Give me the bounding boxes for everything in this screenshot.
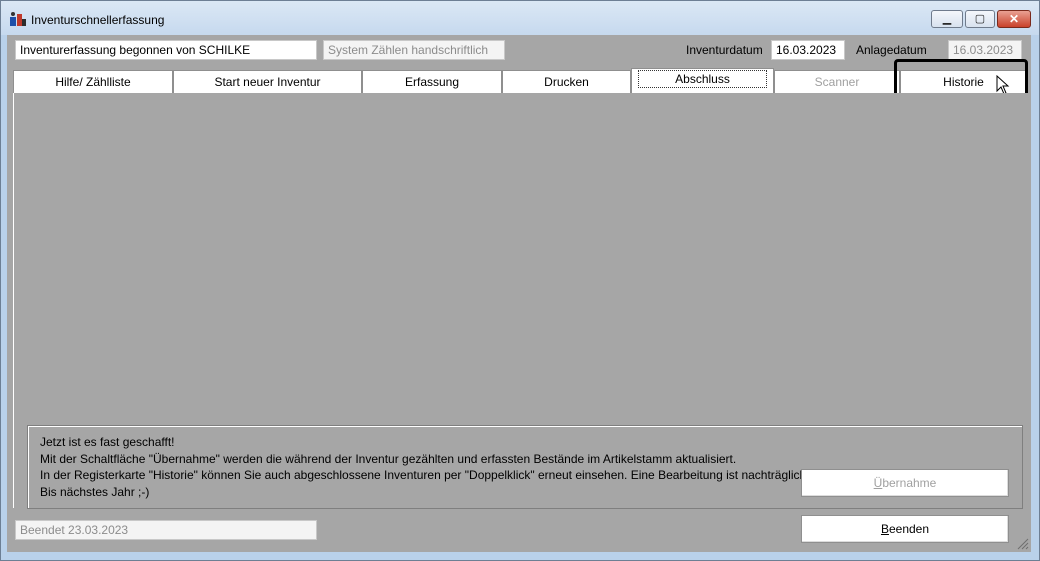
mnemonic-letter: Ü	[873, 476, 883, 490]
info-line: Jetzt ist es fast geschafft!	[40, 435, 175, 449]
tab-scanner[interactable]: Scanner	[774, 70, 900, 93]
content-area	[14, 93, 1028, 395]
client-area: Inventurerfassung begonnen von SCHILKE S…	[7, 35, 1031, 552]
beenden-button[interactable]: Beenden	[801, 515, 1009, 543]
mouse-cursor-icon	[996, 75, 1010, 95]
main-window: Inventurschnellerfassung ▁ ▢ ✕ Inventure…	[0, 0, 1040, 561]
info-line: Mit der Schaltfläche "Übernahme" werden …	[40, 451, 737, 466]
resize-grip-icon[interactable]	[1017, 538, 1029, 550]
tab-abschluss[interactable]: Abschluss	[631, 68, 774, 93]
inventory-date-field[interactable]: 16.03.2023	[771, 40, 845, 60]
started-by-field: Inventurerfassung begonnen von SCHILKE	[15, 40, 317, 60]
minimize-button[interactable]: ▁	[931, 10, 963, 28]
tab-label: Hilfe/ Zählliste	[55, 75, 131, 89]
count-mode-field: System Zählen handschriftlich	[323, 40, 505, 60]
tab-label: Start neuer Inventur	[214, 75, 321, 89]
window-title: Inventurschnellerfassung	[31, 13, 165, 27]
maximize-icon: ▢	[974, 13, 986, 25]
tab-label: Scanner	[814, 75, 860, 89]
inventory-date-label: Inventurdatum	[686, 43, 763, 57]
app-icon	[10, 12, 26, 26]
tab-erfassung[interactable]: Erfassung	[362, 70, 502, 93]
close-icon: ✕	[1008, 12, 1020, 26]
uebernahme-button[interactable]: Übernahme	[801, 469, 1009, 497]
mnemonic-letter: B	[880, 522, 889, 536]
tab-drucken[interactable]: Drucken	[502, 70, 631, 93]
finished-status-field: Beendet 23.03.2023	[15, 520, 317, 540]
tab-label: Drucken	[544, 75, 589, 89]
close-button[interactable]: ✕	[997, 10, 1031, 28]
button-label: eenden	[888, 522, 930, 536]
title-bar[interactable]: Inventurschnellerfassung ▁ ▢ ✕	[1, 1, 1039, 35]
button-label: bernahme	[882, 476, 937, 490]
created-date-label: Anlagedatum	[856, 43, 927, 57]
created-date-field: 16.03.2023	[948, 40, 1022, 60]
tab-label: Abschluss	[638, 70, 767, 88]
maximize-button[interactable]: ▢	[965, 10, 995, 28]
minimize-icon: ▁	[942, 13, 952, 25]
tab-panel-abschluss: Jetzt ist es fast geschafft! Mit der Sch…	[13, 93, 1028, 509]
tab-start-neuer-inventur[interactable]: Start neuer Inventur	[173, 70, 362, 93]
tab-hilfe-zaehlliste[interactable]: Hilfe/ Zählliste	[13, 70, 173, 93]
tab-label: Erfassung	[404, 75, 460, 89]
